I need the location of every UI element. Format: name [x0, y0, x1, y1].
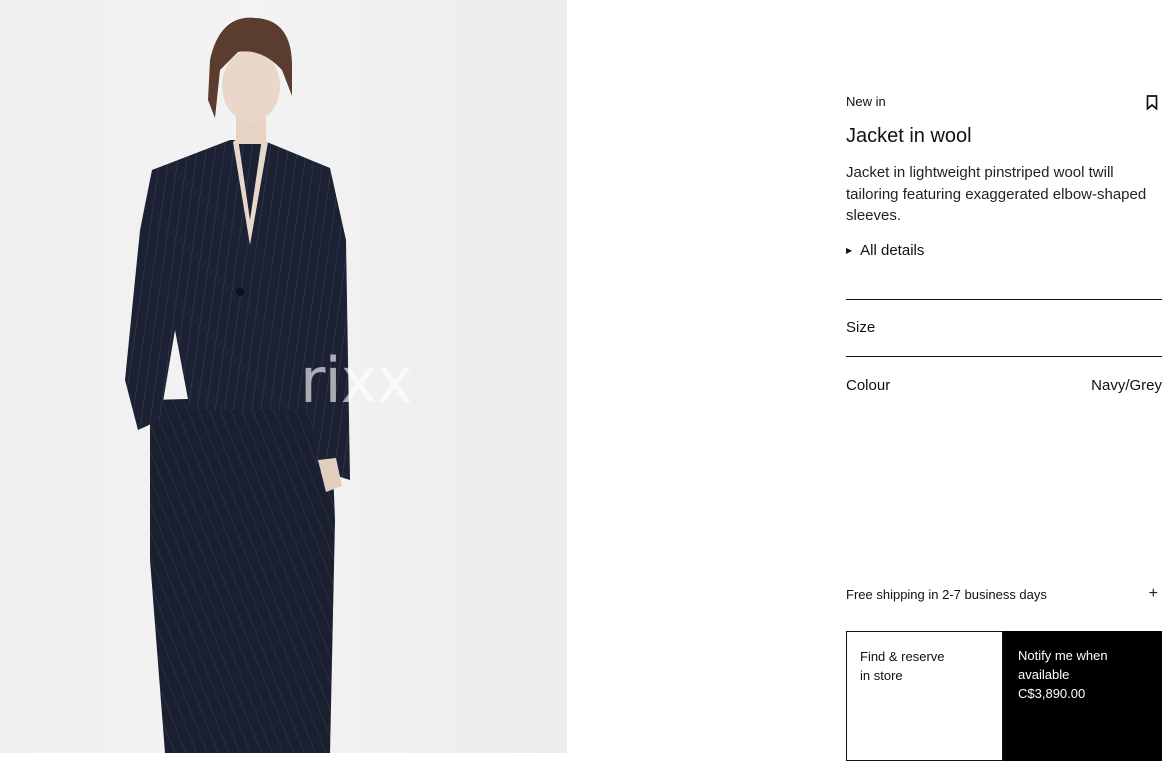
- plus-icon: +: [1148, 585, 1158, 602]
- find-reserve-button[interactable]: Find & reserve in store: [846, 631, 1003, 761]
- notify-line1: Notify me when: [1018, 648, 1108, 663]
- watermark: rixx: [300, 344, 413, 417]
- shipping-text: Free shipping in 2-7 business days: [846, 586, 1047, 602]
- bookmark-icon[interactable]: [1146, 95, 1158, 110]
- all-details-label: All details: [860, 242, 925, 259]
- divider: [846, 356, 1162, 357]
- product-title: Jacket in wool: [846, 125, 972, 147]
- price: C$3,890.00: [1018, 686, 1086, 701]
- product-image[interactable]: rixx: [0, 0, 567, 753]
- product-info-panel: New in Jacket in wool Jacket in lightwei…: [846, 0, 1162, 761]
- colour-label: Colour: [846, 377, 891, 394]
- all-details-toggle[interactable]: ▶ All details: [846, 242, 924, 259]
- new-in-badge: New in: [846, 94, 886, 109]
- find-reserve-line1: Find & reserve: [860, 649, 945, 664]
- model-illustration: [125, 17, 350, 753]
- notify-me-button[interactable]: Notify me when available C$3,890.00: [1003, 631, 1162, 761]
- colour-value: Navy/Grey: [1091, 377, 1162, 394]
- colour-row: Colour Navy/Grey: [846, 377, 1162, 394]
- size-label: Size: [846, 319, 876, 336]
- divider: [846, 299, 1162, 300]
- triangle-right-icon: ▶: [846, 246, 853, 255]
- product-description: Jacket in lightweight pinstriped wool tw…: [846, 164, 1147, 224]
- notify-line2: available: [1018, 667, 1070, 682]
- shipping-info-toggle[interactable]: Free shipping in 2-7 business days +: [846, 586, 1162, 602]
- find-reserve-line2: in store: [860, 668, 903, 683]
- size-selector[interactable]: Size: [846, 319, 1162, 336]
